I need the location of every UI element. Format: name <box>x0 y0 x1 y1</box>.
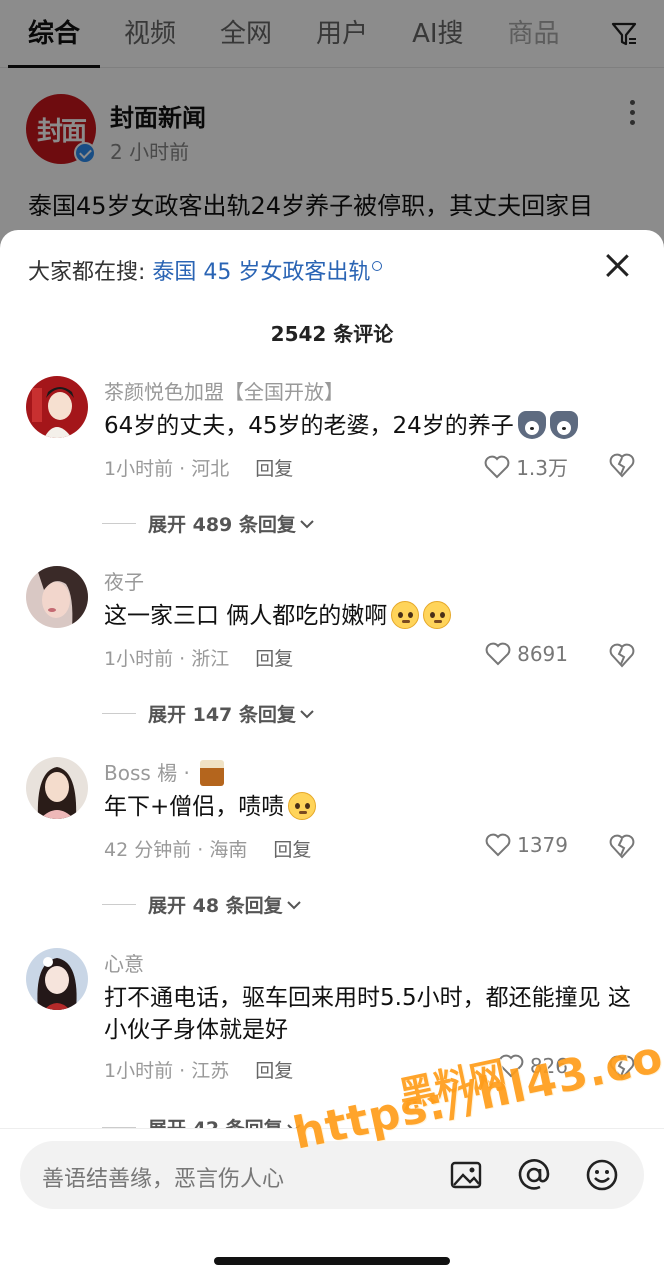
hot-search-label: 大家都在搜: <box>28 260 146 285</box>
comment-text[interactable]: 这一家三口 俩人都吃的嫩啊 <box>104 600 634 632</box>
dislike-icon[interactable] <box>608 833 636 859</box>
comment-time-location: 1小时前 · 河北 <box>104 458 230 480</box>
avatar-image <box>26 948 88 1010</box>
expand-label: 展开 489 条回复 <box>148 514 296 536</box>
avatar-image <box>26 757 88 819</box>
whiskey-emoji-icon <box>200 760 225 786</box>
avatar[interactable] <box>26 948 88 1010</box>
mention-icon[interactable] <box>516 1157 552 1193</box>
heart-icon <box>484 455 510 478</box>
dislike-icon[interactable] <box>608 452 636 478</box>
pleading-emoji-icon <box>391 601 420 629</box>
dislike-icon[interactable] <box>608 642 636 668</box>
expand-label: 展开 147 条回复 <box>148 704 296 726</box>
comment-body: 64岁的丈夫，45岁的老婆，24岁的养子 <box>104 413 514 439</box>
divider-line <box>102 904 136 905</box>
heart-icon <box>485 833 511 857</box>
heart-icon <box>485 642 511 666</box>
expand-replies-button[interactable]: 展开 147 条回复 <box>102 700 314 727</box>
comment-username[interactable]: 夜子 <box>104 566 144 595</box>
comment-input-placeholder: 善语结善缘，恶言伤人心 <box>42 1167 285 1192</box>
divider-line <box>102 523 136 524</box>
like-button[interactable]: 1.3万 <box>484 452 568 481</box>
image-icon[interactable] <box>448 1157 484 1193</box>
divider-line <box>102 713 136 714</box>
like-count: 1.3万 <box>516 456 568 480</box>
comment-meta: 42 分钟前 · 海南 回复 <box>104 835 311 862</box>
like-count: 8691 <box>517 642 568 666</box>
comment-meta: 1小时前 · 江苏 回复 <box>104 1056 293 1083</box>
avatar-image <box>26 376 88 438</box>
avatar[interactable] <box>26 376 88 438</box>
comment-meta: 1小时前 · 浙江 回复 <box>104 644 293 671</box>
comment-meta: 1小时前 · 河北 回复 <box>104 454 293 481</box>
comment-body: 年下+僧侣，啧啧 <box>104 794 285 820</box>
expand-replies-button[interactable]: 展开 48 条回复 <box>102 891 301 918</box>
reply-button[interactable]: 回复 <box>255 1060 293 1082</box>
comment-body: 这一家三口 俩人都吃的嫩啊 <box>104 603 388 629</box>
like-button[interactable]: 8691 <box>485 642 568 666</box>
comment-time-location: 42 分钟前 · 海南 <box>104 839 248 861</box>
expand-replies-button[interactable]: 展开 489 条回复 <box>102 510 314 537</box>
like-button[interactable]: 1379 <box>485 833 568 857</box>
like-count: 1379 <box>517 833 568 857</box>
hot-search-link[interactable]: 泰国 45 岁女政客出轨 <box>152 260 383 285</box>
comment-text[interactable]: 打不通电话，驱车回来用时5.5小时，都还能撞见 这小伙子身体就是好 <box>104 982 634 1046</box>
home-indicator[interactable] <box>214 1257 450 1265</box>
comment-username[interactable]: Boss 楊 · <box>104 757 225 786</box>
hot-search-row: 大家都在搜: 泰国 45 岁女政客出轨 <box>28 254 383 286</box>
chevron-down-icon <box>300 519 314 528</box>
comment-text[interactable]: 64岁的丈夫，45岁的老婆，24岁的养子 <box>104 410 634 442</box>
comment-username[interactable]: 茶颜悦色加盟【全国开放】 <box>104 376 344 405</box>
husky-emoji-icon <box>517 411 546 439</box>
husky-emoji-icon <box>549 411 578 439</box>
comment-count: 2542 条评论 <box>270 322 394 346</box>
search-icon <box>372 261 383 271</box>
pleading-emoji-icon <box>423 601 452 629</box>
hot-search-query: 泰国 45 岁女政客出轨 <box>152 260 371 285</box>
comment-text[interactable]: 年下+僧侣，啧啧 <box>104 791 634 823</box>
reply-button[interactable]: 回复 <box>255 648 293 670</box>
chevron-down-icon <box>286 900 301 909</box>
close-button[interactable] <box>604 252 630 278</box>
avatar[interactable] <box>26 566 88 628</box>
username-text: Boss 楊 · <box>104 761 190 785</box>
expand-label: 展开 48 条回复 <box>148 895 283 917</box>
comment-time-location: 1小时前 · 浙江 <box>104 648 230 670</box>
reply-button[interactable]: 回复 <box>255 458 293 480</box>
avatar[interactable] <box>26 757 88 819</box>
reply-button[interactable]: 回复 <box>273 839 311 861</box>
avatar-image <box>26 566 88 628</box>
emoji-icon[interactable] <box>584 1157 620 1193</box>
chevron-down-icon <box>300 709 314 718</box>
comment-username[interactable]: 心意 <box>104 948 144 977</box>
comment-time-location: 1小时前 · 江苏 <box>104 1060 230 1082</box>
pleading-emoji-icon <box>288 792 317 820</box>
